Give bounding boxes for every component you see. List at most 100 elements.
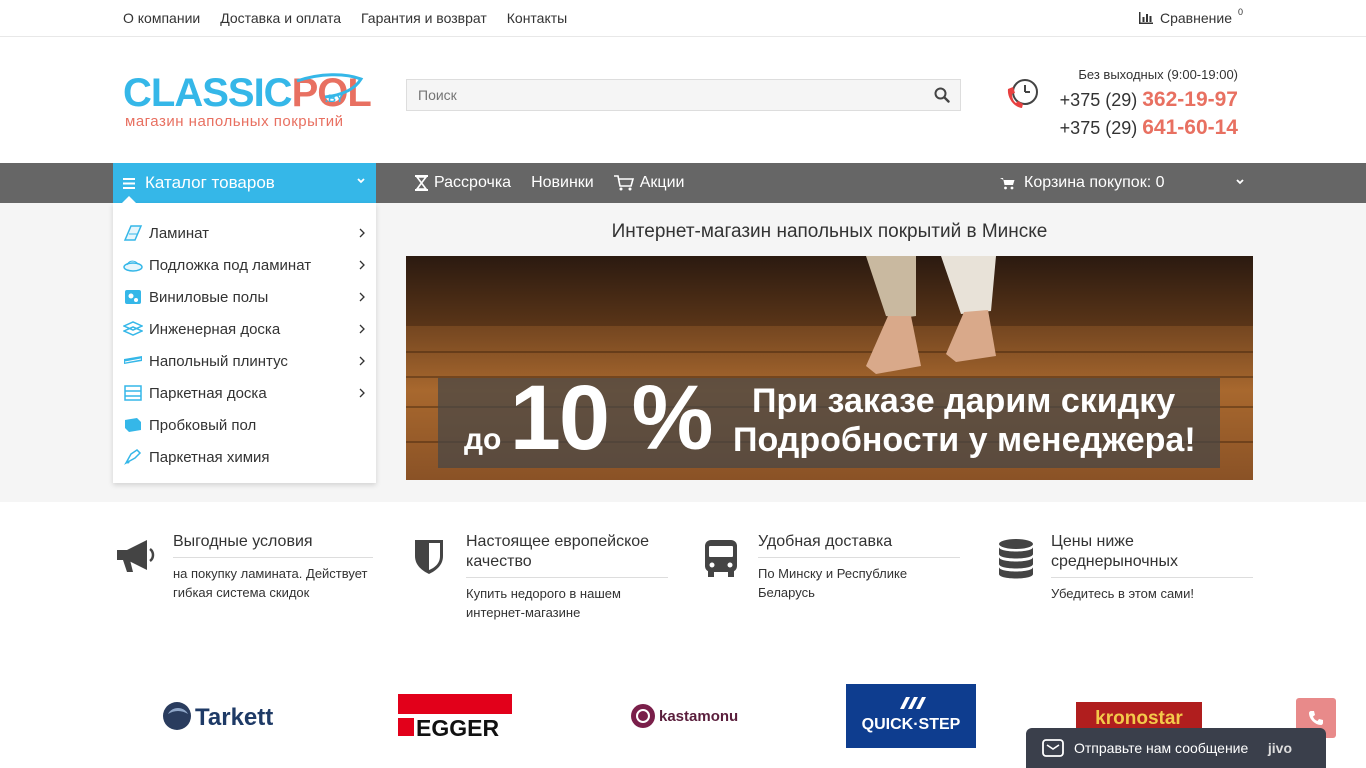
promo-banner[interactable]: до 10 % При заказе дарим скидку Подробно… [406, 256, 1253, 480]
top-link-delivery[interactable]: Доставка и оплата [220, 10, 341, 26]
catalog-item-chemicals[interactable]: Паркетная химия [113, 441, 376, 473]
catalog-item-label: Напольный плинтус [149, 352, 288, 370]
hamburger-icon [123, 177, 135, 189]
nav-link-sales[interactable]: Акции [613, 174, 685, 192]
chat-widget-label: Отправьте нам сообщение [1074, 740, 1249, 756]
site-logo[interactable]: CLASSICPOL .BY магазин напольных покрыти… [123, 71, 372, 133]
logo-word-1: CLASSIC [123, 71, 293, 115]
underlay-icon [123, 260, 143, 272]
feature-quality: Настоящее европейское качество Купить не… [413, 532, 668, 622]
brand-kastamonu[interactable]: kastamonu [628, 684, 740, 748]
top-link-about[interactable]: О компании [123, 10, 200, 26]
work-hours: Без выходных (9:00-19:00) [1078, 67, 1238, 82]
nav-link-installment-label: Рассрочка [434, 174, 512, 191]
phone-2[interactable]: +375 (29) 641-60-14 [1060, 114, 1238, 142]
feature-title: Выгодные условия [173, 532, 373, 558]
feature-body: на покупку ламината. Действует гибкая си… [173, 566, 368, 600]
catalog-item-laminate[interactable]: Ламинат [113, 217, 376, 249]
feature-body: Убедитесь в этом сами! [1051, 586, 1194, 601]
feature-body: Купить недорого в нашем интернет-магазин… [466, 586, 621, 620]
feature-prices: Цены ниже среднерыночных Убедитесь в это… [998, 532, 1253, 603]
chat-widget[interactable]: Отправьте нам сообщение jivo [1026, 728, 1326, 768]
chevron-right-icon [359, 356, 365, 366]
egger-logo-icon: EGGER [398, 694, 512, 738]
catalog-item-cork[interactable]: Пробковый пол [113, 409, 376, 441]
chevron-right-icon [359, 324, 365, 334]
person-legs-illustration [866, 256, 996, 374]
phone-1-number: 362-19-97 [1142, 88, 1238, 111]
cart-outline-icon [613, 175, 634, 191]
phone-icon [1309, 711, 1323, 725]
main-nav: Каталог товаров Рассрочка Новинки Акции [0, 163, 1366, 203]
phone-clock-icon [1007, 79, 1038, 108]
parquet-icon [124, 385, 142, 401]
top-link-contacts[interactable]: Контакты [507, 10, 567, 26]
search-box [406, 79, 961, 111]
hero-title: Интернет-магазин напольных покрытий в Ми… [611, 221, 1048, 242]
catalog-item-parquet[interactable]: Паркетная доска [113, 377, 376, 409]
catalog-button[interactable]: Каталог товаров [113, 163, 376, 203]
engineered-board-icon [123, 321, 143, 336]
quickstep-logo-icon: QUICK·STEP [862, 697, 961, 733]
feature-title: Настоящее европейское качество [466, 532, 668, 578]
hourglass-icon [415, 175, 428, 191]
nav-link-sales-label: Акции [639, 174, 685, 191]
compare-label: Сравнение [1160, 10, 1232, 26]
logo-domain: .BY [325, 93, 344, 105]
tarkett-logo-icon: Tarkett [163, 702, 273, 731]
top-link-warranty[interactable]: Гарантия и возврат [361, 10, 487, 26]
cart-icon [1000, 177, 1015, 189]
features-row: Выгодные условия на покупку ламината. Де… [113, 532, 1253, 632]
database-icon [999, 539, 1033, 579]
brand-tarkett[interactable]: Tarkett [161, 684, 293, 748]
chevron-right-icon [359, 292, 365, 302]
brand-quickstep[interactable]: QUICK·STEP [846, 684, 976, 748]
chevron-right-icon [359, 388, 365, 398]
phone-2-number: 641-60-14 [1142, 116, 1238, 139]
chevron-right-icon [359, 260, 365, 270]
nav-link-installment[interactable]: Рассрочка [415, 174, 511, 192]
phone-1[interactable]: +375 (29) 362-19-97 [1060, 86, 1238, 114]
chemicals-icon [124, 449, 142, 465]
bar-chart-icon [1139, 12, 1153, 24]
catalog-dropdown: Ламинат Подложка под ламинат Виниловые п… [113, 196, 376, 483]
brand-kronostar-name: kronostar [1095, 708, 1183, 729]
compare-link[interactable]: Сравнение 0 [1138, 7, 1243, 26]
nav-link-new-label: Новинки [531, 174, 594, 191]
brand-quickstep-name: QUICK·STEP [862, 716, 961, 733]
top-links: О компании Доставка и оплата Гарантия и … [123, 10, 567, 26]
banner-line-1: При заказе дарим скидку [752, 382, 1176, 420]
catalog-item-skirting[interactable]: Напольный плинтус [113, 345, 376, 377]
catalog-item-label: Инженерная доска [149, 320, 281, 338]
nav-link-new[interactable]: Новинки [531, 174, 594, 192]
search-icon[interactable] [934, 87, 950, 103]
envelope-icon [1042, 739, 1064, 757]
laminate-icon [123, 225, 143, 241]
feature-title: Цены ниже среднерыночных [1051, 532, 1253, 578]
chevron-down-icon [1236, 179, 1244, 185]
catalog-item-underlay[interactable]: Подложка под ламинат [113, 249, 376, 281]
phone-1-prefix: +375 (29) [1059, 90, 1138, 110]
phone-2-prefix: +375 (29) [1059, 118, 1138, 138]
cork-icon [125, 418, 141, 432]
catalog-item-engineered[interactable]: Инженерная доска [113, 313, 376, 345]
cart-button[interactable]: Корзина покупок: 0 [1000, 163, 1245, 203]
feature-title: Удобная доставка [758, 532, 960, 558]
compare-count: 0 [1237, 7, 1243, 17]
catalog-item-label: Виниловые полы [149, 288, 269, 306]
cart-label: Корзина покупок: 0 [1024, 174, 1165, 191]
catalog-item-vinyl[interactable]: Виниловые полы [113, 281, 376, 313]
megaphone-icon [117, 540, 155, 572]
banner-prefix: до [464, 423, 502, 456]
catalog-label: Каталог товаров [145, 173, 275, 192]
search-input[interactable] [407, 80, 907, 110]
contacts-block: Без выходных (9:00-19:00) +375 (29) 362-… [1007, 67, 1238, 142]
banner-percent: 10 % [509, 367, 714, 469]
feature-body: По Минску и Республике Беларусь [758, 566, 908, 600]
catalog-item-label: Ламинат [149, 224, 210, 242]
vinyl-icon [125, 290, 141, 304]
brand-tarkett-name: Tarkett [195, 704, 273, 731]
brand-egger[interactable]: EGGER [395, 684, 515, 748]
jivo-logo: jivo [1267, 740, 1292, 756]
banner-line-2: Подробности у менеджера! [733, 421, 1196, 459]
